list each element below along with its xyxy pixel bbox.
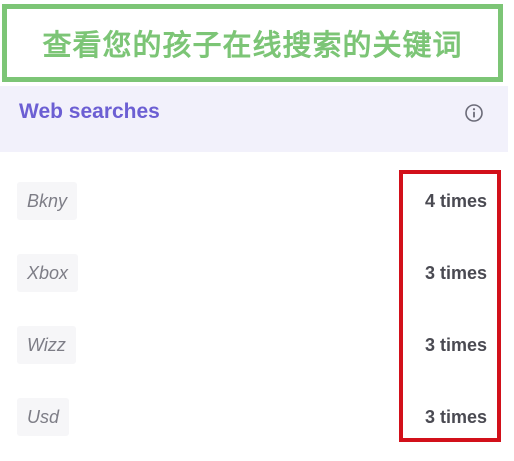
search-term-chip: Xbox xyxy=(17,254,79,292)
annotation-banner: 查看您的孩子在线搜索的关键词 xyxy=(2,4,503,82)
info-circle-icon[interactable] xyxy=(464,103,484,123)
highlight-box xyxy=(399,170,501,442)
card-header: Web searches xyxy=(0,86,508,152)
annotation-banner-text: 查看您的孩子在线搜索的关键词 xyxy=(42,28,463,62)
card-title: Web searches xyxy=(19,100,160,123)
search-term-chip: Bkny xyxy=(17,182,78,220)
search-term-chip: Usd xyxy=(17,398,70,436)
search-term-chip: Wizz xyxy=(17,326,76,364)
